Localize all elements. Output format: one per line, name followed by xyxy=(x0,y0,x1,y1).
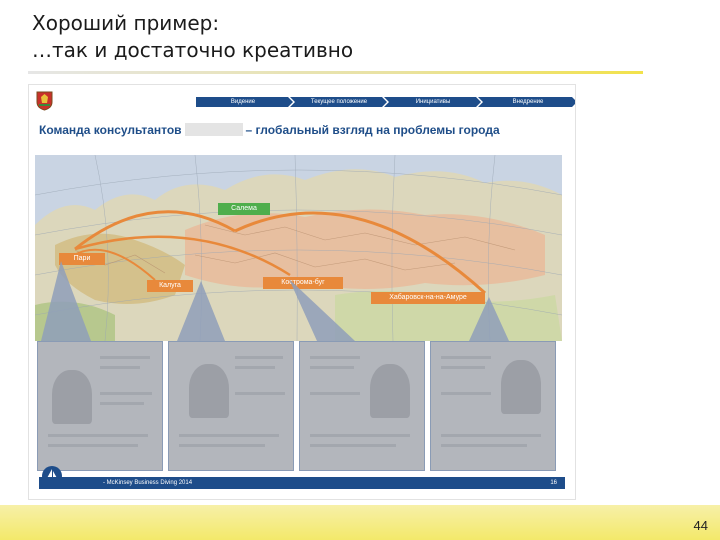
slide-title: Хороший пример: …так и достаточно креати… xyxy=(32,10,353,64)
footer-text: - McKinsey Business Diving 2014 xyxy=(103,480,193,486)
consultant-card-3 xyxy=(299,341,425,471)
inner-slide-footer: - McKinsey Business Diving 2014 16 xyxy=(39,477,565,489)
footer-page-number: 16 xyxy=(550,480,557,486)
title-underline xyxy=(28,71,643,74)
consultant-card-2 xyxy=(168,341,294,471)
consultant-card-1 xyxy=(37,341,163,471)
consultant-photo-2 xyxy=(189,364,229,418)
slide-title-line-1: Хороший пример: xyxy=(32,11,220,35)
slide-title-line-2: …так и достаточно креативно xyxy=(32,38,354,62)
consultant-photo-4 xyxy=(501,360,541,414)
page-number: 44 xyxy=(693,518,708,533)
consultant-photo-1 xyxy=(52,370,92,424)
bottom-decorative-band xyxy=(0,505,720,540)
consultant-card-4 xyxy=(430,341,556,471)
embedded-slide-image: Видение Текущее положение Инициативы Вне… xyxy=(28,84,576,500)
consultant-photo-3 xyxy=(370,364,410,418)
